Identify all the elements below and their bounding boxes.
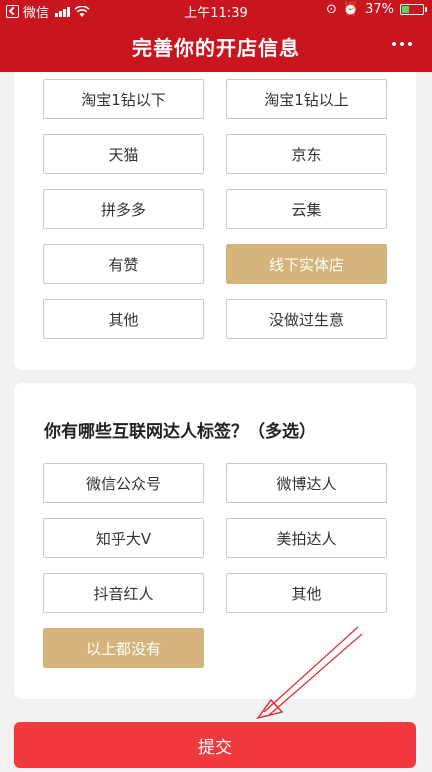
header: 完善你的开店信息: [0, 20, 432, 72]
option-other-tag[interactable]: 其他: [226, 573, 387, 613]
option-no-business[interactable]: 没做过生意: [226, 299, 387, 339]
influencer-tags-card: 你有哪些互联网达人标签？（多选） 微信公众号 微博达人 知乎大V 美拍达人 抖音…: [14, 383, 416, 699]
submit-button[interactable]: 提交: [14, 722, 416, 768]
page-title: 完善你的开店信息: [132, 36, 300, 60]
battery-fill: [402, 6, 409, 13]
option-zhihu-v[interactable]: 知乎大V: [43, 518, 204, 558]
option-jd[interactable]: 京东: [226, 134, 387, 174]
arrow-head: [256, 698, 284, 720]
more-icon[interactable]: [392, 42, 412, 46]
option-meipai-influencer[interactable]: 美拍达人: [226, 518, 387, 558]
option-tmall[interactable]: 天猫: [43, 134, 204, 174]
option-none-of-above[interactable]: 以上都没有: [43, 628, 204, 668]
battery-icon: [400, 4, 427, 15]
option-youzan[interactable]: 有赞: [43, 244, 204, 284]
status-bar: 微信 上午11:39 ⊙ ⏰ 37%: [0, 0, 432, 21]
option-pinduoduo[interactable]: 拼多多: [43, 189, 204, 229]
status-right: ⊙ ⏰ 37%: [326, 2, 427, 17]
option-douyin-star[interactable]: 抖音红人: [43, 573, 204, 613]
option-taobao-above-1-diamond[interactable]: 淘宝1钻以上: [226, 79, 387, 119]
orientation-lock-icon: ⊙: [326, 2, 337, 17]
alarm-icon: ⏰: [342, 2, 360, 17]
question-title: 你有哪些互联网达人标签？（多选）: [44, 422, 316, 442]
option-offline-store[interactable]: 线下实体店: [226, 244, 387, 284]
option-yunji[interactable]: 云集: [226, 189, 387, 229]
battery-percent: 37%: [365, 2, 394, 17]
shop-type-card: 淘宝1钻以下 淘宝1钻以上 天猫 京东 拼多多 云集 有赞 线下实体店 其他 没…: [14, 72, 416, 370]
option-other[interactable]: 其他: [43, 299, 204, 339]
option-weibo-influencer[interactable]: 微博达人: [226, 463, 387, 503]
option-wechat-official[interactable]: 微信公众号: [43, 463, 204, 503]
option-taobao-below-1-diamond[interactable]: 淘宝1钻以下: [43, 79, 204, 119]
